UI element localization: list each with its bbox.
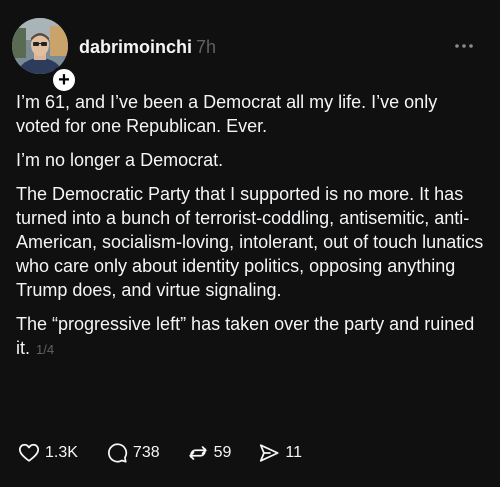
thread-post: + dabrimoinchi 7h I’m 61, and I’ve been a… [0,0,500,487]
reply-count: 738 [132,444,160,461]
post-body: I’m 61, and I’ve been a Democrat all my … [16,90,486,372]
more-horizontal-icon [455,44,473,48]
author-avatar[interactable]: + [12,18,78,94]
post-header: dabrimoinchi 7h [79,36,216,58]
comment-icon [107,443,128,463]
repost-icon [188,446,207,460]
post-paragraph: I’m no longer a Democrat. [16,150,224,170]
send-icon [260,444,280,462]
share-button[interactable]: 11 [258,442,302,464]
post-timestamp: 7h [196,37,217,57]
post-paragraph-text: The “progressive left” has taken over th… [16,314,475,358]
post-paragraph: The Democratic Party that I supported is… [16,184,484,300]
repost-button[interactable]: 59 [187,442,232,464]
repost-count: 59 [213,444,232,461]
thread-page-indicator: 1/4 [36,342,55,357]
post-paragraph: I’m 61, and I’ve been a Democrat all my … [16,92,438,136]
reply-button[interactable]: 738 [106,442,160,464]
share-count: 11 [285,444,303,461]
more-options-button[interactable] [452,36,476,56]
author-username[interactable]: dabrimoinchi [79,37,192,57]
like-button[interactable]: 1.3K [18,442,78,464]
post-paragraph-last: The “progressive left” has taken over th… [16,312,486,362]
heart-icon [18,443,40,462]
like-count: 1.3K [45,444,78,461]
post-actions: 1.3K 738 59 11 [18,441,302,465]
